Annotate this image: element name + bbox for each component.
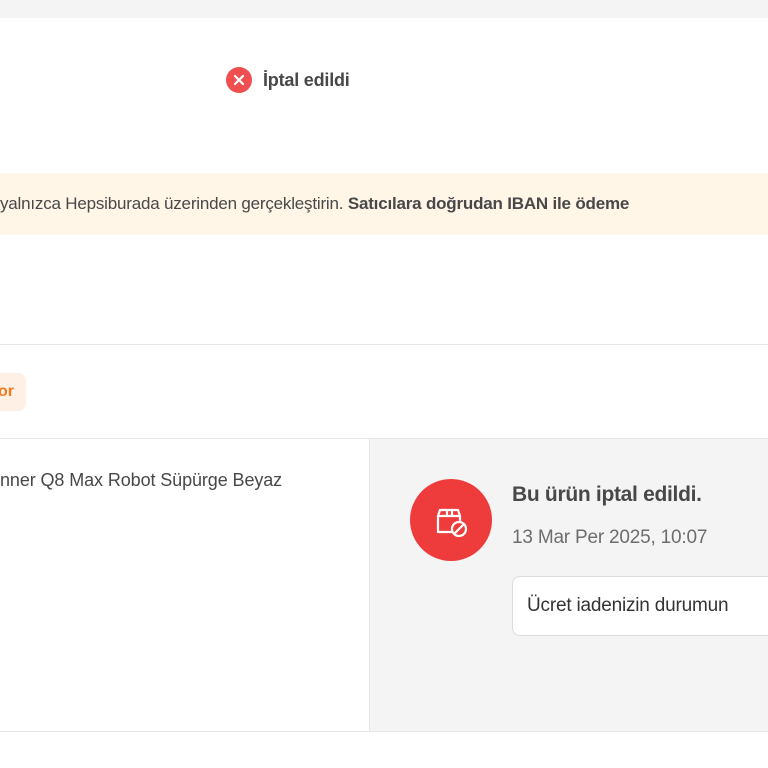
cancellation-title: Bu ürün iptal edildi.: [512, 483, 702, 506]
cancelled-package-icon: [410, 479, 492, 561]
cancellation-date: 13 Mar Per 2025, 10:07: [512, 527, 708, 548]
order-status-label: İptal edildi: [263, 69, 350, 90]
warning-banner: yalnızca Hepsiburada üzerinden gerçekleş…: [0, 173, 768, 235]
order-status: İptal edildi: [226, 67, 350, 93]
refund-status-label: Ücret iadenizin durumun: [527, 595, 729, 616]
divider: [0, 731, 768, 732]
top-strip: [0, 0, 768, 18]
seller-tag: or: [0, 373, 26, 411]
warning-text-regular: yalnızca Hepsiburada üzerinden gerçekleş…: [0, 194, 344, 213]
refund-status-button[interactable]: Ücret iadenizin durumun: [512, 576, 768, 636]
product-name-link[interactable]: nner Q8 Max Robot Süpürge Beyaz: [0, 470, 282, 491]
divider: [0, 344, 768, 345]
x-circle-icon: [226, 67, 252, 93]
seller-tag-label: or: [0, 383, 14, 400]
cancellation-panel: Bu ürün iptal edildi. 13 Mar Per 2025, 1…: [369, 439, 768, 731]
warning-text-bold: Satıcılara doğrudan IBAN ile ödeme: [347, 194, 630, 213]
warning-text: yalnızca Hepsiburada üzerinden gerçekleş…: [0, 194, 629, 214]
